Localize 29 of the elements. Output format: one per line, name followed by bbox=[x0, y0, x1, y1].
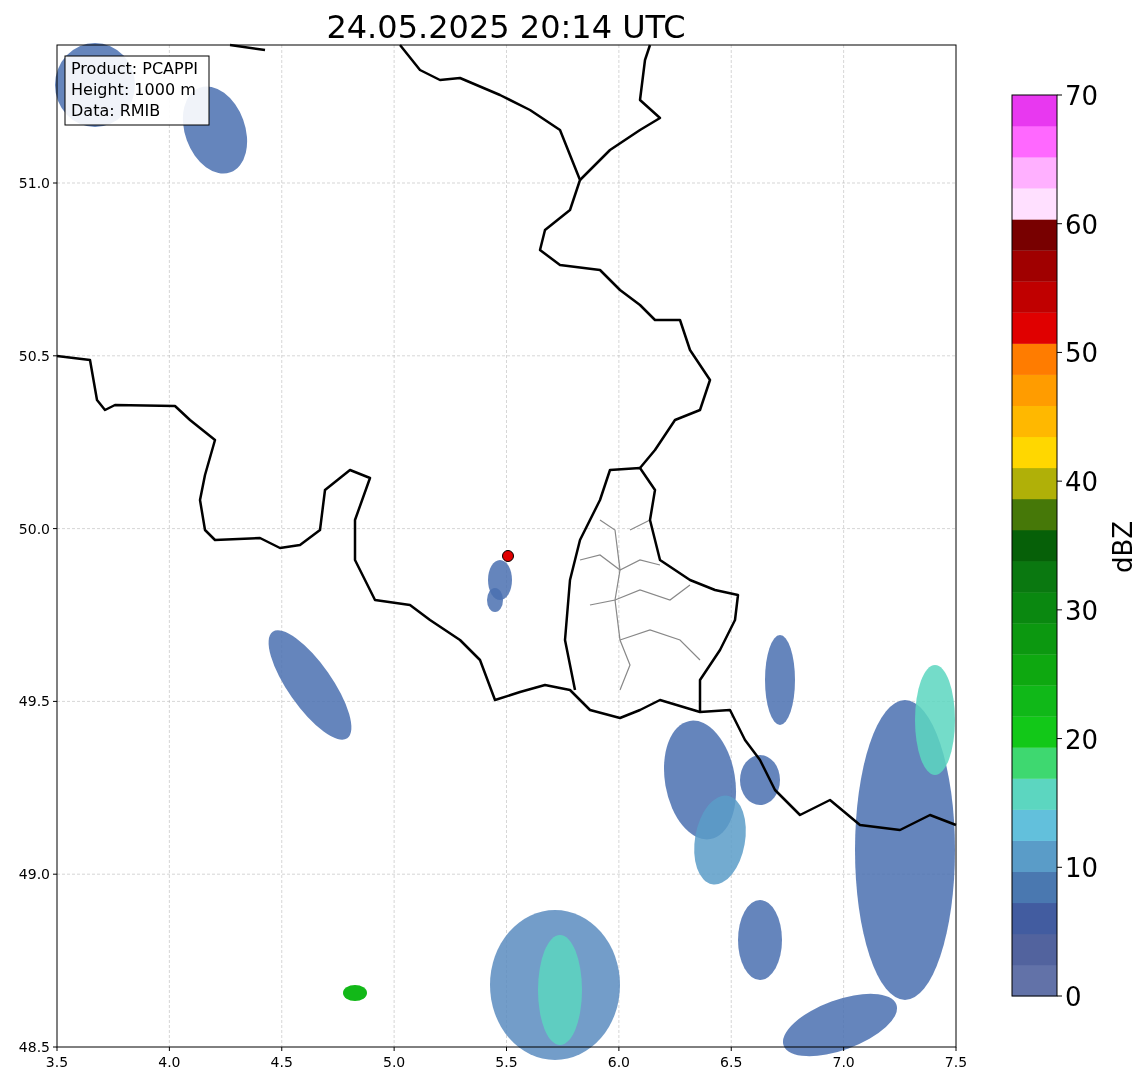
info-text: Product: PCAPPI bbox=[71, 59, 198, 78]
info-text: Height: 1000 m bbox=[71, 80, 196, 99]
x-tick-label: 4.0 bbox=[158, 1054, 181, 1070]
colorbar-tick-label: 20 bbox=[1065, 724, 1099, 755]
info-text: Data: RMIB bbox=[71, 101, 161, 120]
colorbar-tick-label: 30 bbox=[1065, 595, 1099, 626]
x-tick-label: 5.0 bbox=[383, 1054, 406, 1070]
y-tick-label: 48.5 bbox=[18, 1039, 50, 1055]
y-tick-label: 49.5 bbox=[18, 693, 50, 710]
x-tick-label: 4.5 bbox=[270, 1054, 293, 1070]
colorbar-tick-label: 0 bbox=[1065, 982, 1082, 1012]
x-tick-label: 3.5 bbox=[45, 1054, 69, 1070]
y-tick-label: 50.0 bbox=[18, 520, 50, 537]
y-tick-label: 50.5 bbox=[18, 347, 50, 364]
y-tick-label: 51.0 bbox=[18, 175, 50, 191]
x-tick-label: 7.0 bbox=[832, 1054, 855, 1070]
colorbar-tick-label: 10 bbox=[1065, 853, 1099, 884]
colorbar-tick-label: 60 bbox=[1065, 209, 1099, 240]
colorbar-tick-label: 40 bbox=[1065, 467, 1099, 498]
x-tick-label: 5.5 bbox=[495, 1054, 518, 1070]
x-tick-label: 6.0 bbox=[607, 1054, 630, 1070]
colorbar-label: dBZ bbox=[1108, 520, 1138, 574]
y-tick-label: 49.0 bbox=[18, 866, 50, 883]
chart-title: 24.05.2025 20:14 UTC bbox=[326, 8, 686, 46]
x-tick-label: 6.5 bbox=[720, 1054, 743, 1070]
x-tick-label: 7.5 bbox=[944, 1054, 968, 1070]
colorbar-tick-label: 70 bbox=[1065, 81, 1099, 111]
radar-site-marker bbox=[502, 550, 514, 562]
colorbar-tick-label: 50 bbox=[1065, 338, 1099, 369]
